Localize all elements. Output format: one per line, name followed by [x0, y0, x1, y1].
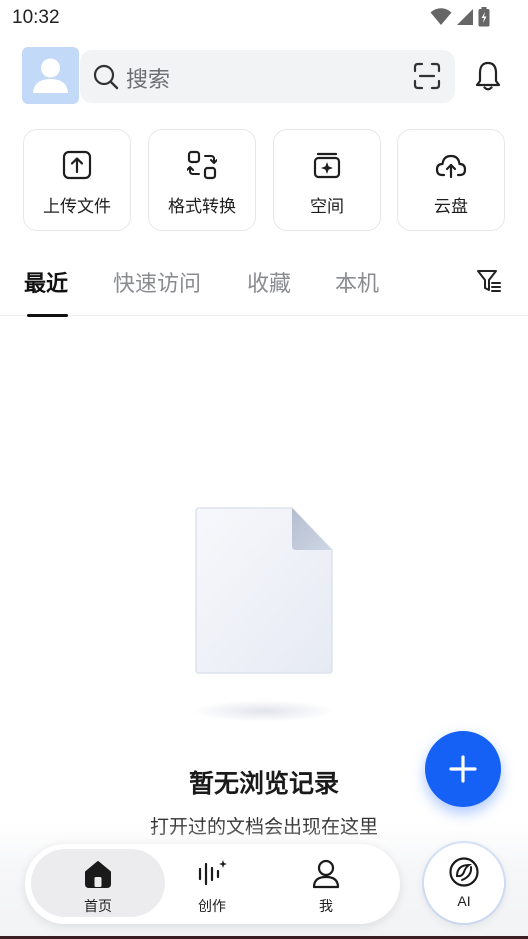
avatar[interactable]	[22, 47, 79, 104]
user-icon	[312, 859, 340, 889]
empty-document-icon	[195, 507, 333, 674]
space-label: 空间	[310, 197, 344, 217]
add-button[interactable]	[425, 731, 501, 807]
space-icon	[313, 152, 341, 179]
user-avatar-icon	[33, 58, 68, 93]
upload-file-label: 上传文件	[43, 197, 111, 217]
search-input[interactable]: 搜索	[80, 50, 455, 103]
tab-bar: 最近 快速访问 收藏 本机	[0, 262, 528, 317]
search-placeholder: 搜索	[126, 68, 171, 93]
wifi-icon	[430, 8, 452, 25]
convert-icon	[187, 150, 217, 180]
tab-favorites[interactable]: 收藏	[247, 266, 291, 298]
ai-orb-icon	[449, 857, 479, 887]
bottom-nav: 首页 创作 我	[25, 844, 400, 924]
plus-icon	[449, 755, 477, 783]
filter-icon[interactable]	[476, 268, 502, 294]
scan-icon[interactable]	[413, 62, 441, 90]
create-sparkle-icon	[198, 860, 227, 886]
tab-recent[interactable]: 最近	[24, 266, 68, 298]
status-bar: 10:32	[0, 0, 528, 36]
cloud-drive-label: 云盘	[434, 197, 468, 217]
tab-local[interactable]: 本机	[335, 266, 379, 298]
nav-me-label: 我	[319, 899, 333, 915]
home-icon	[85, 861, 111, 888]
format-convert-button[interactable]: 格式转换	[148, 129, 256, 231]
upload-file-button[interactable]: 上传文件	[23, 129, 131, 231]
format-convert-label: 格式转换	[168, 197, 236, 217]
upload-icon	[62, 150, 92, 180]
cloud-upload-icon	[435, 154, 467, 179]
battery-icon	[478, 7, 490, 27]
signal-icon	[457, 9, 473, 25]
nav-me[interactable]: 我	[259, 849, 393, 917]
active-tab-indicator	[27, 314, 68, 317]
status-time: 10:32	[12, 7, 60, 28]
ai-label: AI	[457, 893, 471, 909]
search-icon	[93, 64, 119, 90]
cloud-drive-button[interactable]: 云盘	[397, 129, 505, 231]
tab-quick-access[interactable]: 快速访问	[113, 266, 201, 298]
space-button[interactable]: 空间	[273, 129, 381, 231]
bell-icon[interactable]	[472, 60, 504, 92]
status-icons	[430, 7, 490, 27]
ai-button[interactable]: AI	[424, 843, 504, 923]
empty-document-shadow	[192, 700, 336, 722]
